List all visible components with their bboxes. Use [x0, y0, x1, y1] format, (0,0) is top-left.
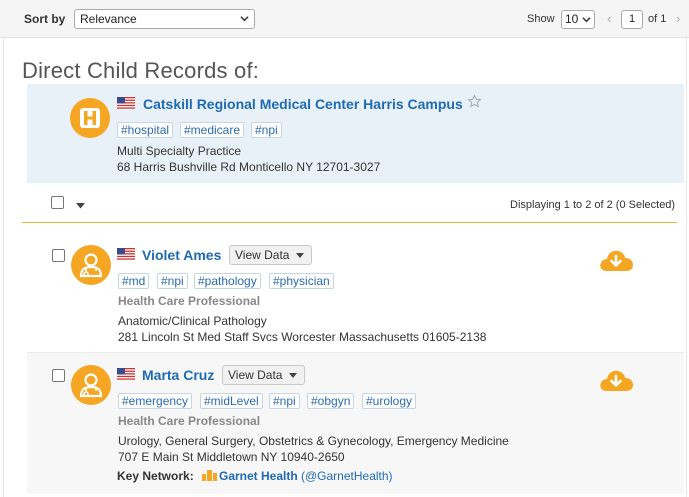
tag-npi[interactable]: #npi: [269, 393, 300, 409]
record-checkbox[interactable]: [52, 249, 65, 262]
chevron-down-icon: [240, 16, 249, 22]
network-building-icon: [202, 470, 217, 481]
view-data-button[interactable]: View Data: [222, 365, 306, 385]
sort-toolbar: Sort by Relevance Show 10 ‹ 1 of 1 ›: [0, 0, 689, 38]
record-name-link[interactable]: Violet Ames: [142, 247, 221, 263]
record-specialty: Urology, General Surgery, Obstetrics & G…: [118, 434, 509, 448]
tag-obgyn[interactable]: #obgyn: [307, 393, 355, 409]
tag-physician[interactable]: #physician: [269, 273, 334, 289]
tag-npi[interactable]: #npi: [251, 122, 282, 138]
chevron-down-icon: [582, 17, 591, 23]
record-specialty: Anatomic/Clinical Pathology: [118, 314, 267, 328]
row-divider: [27, 352, 684, 353]
view-data-label: View Data: [235, 248, 290, 262]
view-data-label: View Data: [228, 368, 283, 382]
record-name-link[interactable]: Marta Cruz: [142, 367, 214, 383]
caret-down-icon: [289, 373, 298, 378]
view-data-button[interactable]: View Data: [229, 245, 313, 265]
chevron-right-icon[interactable]: ›: [676, 12, 680, 25]
tag-medicare[interactable]: #medicare: [180, 122, 245, 138]
tag-npi[interactable]: #npi: [157, 273, 188, 289]
parent-record-address: 68 Harris Bushville Rd Monticello NY 127…: [117, 160, 381, 174]
sort-select-value: Relevance: [80, 12, 137, 26]
tag-md[interactable]: #md: [118, 273, 150, 289]
show-count-select[interactable]: 10: [561, 10, 595, 29]
divider: [22, 222, 677, 223]
select-all-checkbox[interactable]: [51, 196, 64, 209]
record-address: 281 Lincoln St Med Staff Svcs Worcester …: [118, 330, 487, 344]
record-category: Health Care Professional: [118, 414, 261, 428]
key-network-link[interactable]: Garnet Health: [219, 469, 298, 483]
parent-record-name-link[interactable]: Catskill Regional Medical Center Harris …: [143, 96, 463, 112]
show-count-value: 10: [565, 12, 579, 26]
caret-down-icon[interactable]: [76, 203, 85, 209]
chevron-left-icon[interactable]: ‹: [607, 12, 611, 25]
page-title: Direct Child Records of:: [22, 58, 260, 83]
record-checkbox[interactable]: [52, 369, 65, 382]
tag-urology[interactable]: #urology: [362, 393, 417, 409]
record-address: 707 E Main St Middletown NY 10940-2650: [118, 450, 345, 464]
sort-by-label: Sort by: [24, 12, 66, 26]
us-flag-icon: [117, 97, 135, 109]
tag-pathology[interactable]: #pathology: [194, 273, 261, 289]
star-icon[interactable]: [467, 94, 482, 109]
display-count-text: Displaying 1 to 2 of 2 (0 Selected): [510, 199, 676, 211]
tag-emergency[interactable]: #emergency: [118, 393, 193, 409]
show-label: Show: [527, 13, 555, 25]
record-category: Health Care Professional: [118, 294, 261, 308]
sort-select[interactable]: Relevance: [74, 9, 255, 29]
page-of-label: of 1: [648, 13, 667, 25]
us-flag-icon: [117, 248, 135, 260]
health-professional-icon: [71, 245, 111, 285]
tag-midlevel[interactable]: #midLevel: [200, 393, 263, 409]
cloud-download-icon[interactable]: [598, 367, 634, 393]
page-number-input[interactable]: 1: [621, 10, 643, 29]
cloud-download-icon[interactable]: [598, 247, 634, 273]
us-flag-icon: [117, 368, 135, 380]
hospital-icon: [70, 98, 110, 138]
parent-record-type: Multi Specialty Practice: [117, 144, 242, 158]
tag-hospital[interactable]: #hospital: [117, 122, 174, 138]
key-network-handle[interactable]: (@GarnetHealth): [301, 469, 393, 483]
key-network-label: Key Network:: [117, 469, 194, 483]
caret-down-icon: [296, 253, 305, 258]
health-professional-icon: [71, 365, 111, 405]
